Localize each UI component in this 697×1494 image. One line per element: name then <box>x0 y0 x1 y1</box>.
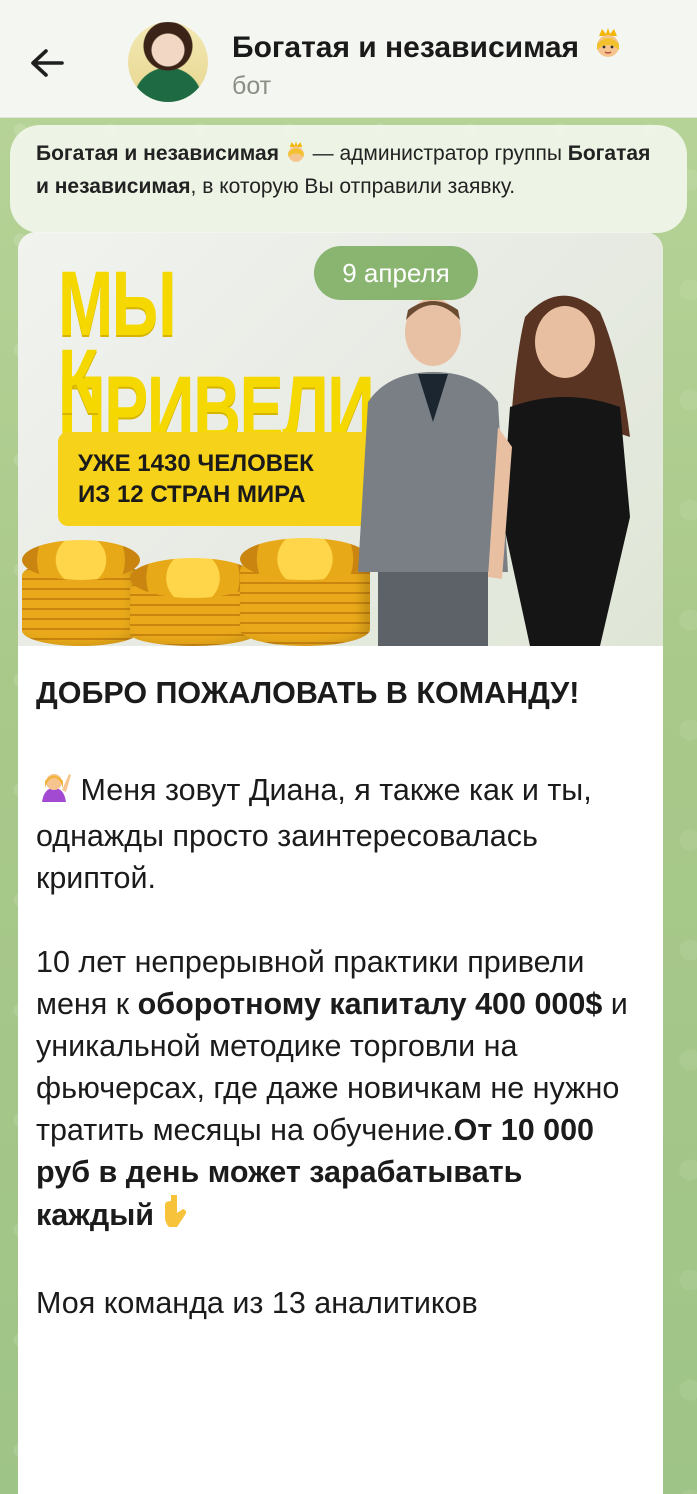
promo-image[interactable]: МЫ ПРИВЕЛИ К РЕЗУЛЬТАТУ УЖЕ 1430 ЧЕЛОВЕК… <box>18 232 663 646</box>
promo-box-line2: ИЗ 12 СТРАН МИРА <box>78 481 306 508</box>
message-text: ДОБРО ПОЖАЛОВАТЬ В КОМАНДУ! Меня зовут Д… <box>36 672 646 1366</box>
banner-text-mid: — администратор группы <box>306 142 568 165</box>
princess-emoji-icon <box>285 140 307 172</box>
promo-box-line1: УЖЕ 1430 ЧЕЛОВЕК <box>78 450 314 477</box>
chat-header: Богатая и независимая бот <box>0 0 697 118</box>
woman-raising-hand-emoji-icon <box>36 768 72 815</box>
message-paragraph-2: 10 лет непрерывной практики привели меня… <box>36 941 646 1240</box>
chat-subtitle: бот <box>232 72 272 100</box>
join-request-banner[interactable]: Богатая и независимая — администратор гр… <box>10 125 687 233</box>
princess-emoji-icon <box>593 26 623 68</box>
avatar[interactable] <box>128 22 208 102</box>
chat-title-text: Богатая и независимая <box>232 31 580 64</box>
message-paragraph-1: Меня зовут Диана, я также как и ты, одна… <box>36 768 646 899</box>
banner-text-end: , в которую Вы отправили заявку. <box>190 175 516 198</box>
arrow-left-icon <box>31 49 64 77</box>
back-button[interactable] <box>22 38 72 88</box>
message-paragraph-1-text: Меня зовут Диана, я также как и ты, одна… <box>36 773 592 895</box>
message-p2-bold-capital: оборотному капиталу 400 000$ <box>137 987 603 1021</box>
woman-photo <box>488 295 630 646</box>
gold-coins-image <box>18 532 378 646</box>
backhand-index-pointing-down-emoji-icon <box>163 1193 189 1240</box>
message-bubble[interactable]: МЫ ПРИВЕЛИ К РЕЗУЛЬТАТУ УЖЕ 1430 ЧЕЛОВЕК… <box>18 232 663 1494</box>
message-heading: ДОБРО ПОЖАЛОВАТЬ В КОМАНДУ! <box>36 676 580 710</box>
date-pill: 9 апреля <box>314 246 478 300</box>
chat-title[interactable]: Богатая и независимая <box>232 26 623 68</box>
message-paragraph-3: Моя команда из 13 аналитиков <box>36 1286 478 1320</box>
banner-bot-name: Богатая и независимая <box>36 142 279 165</box>
